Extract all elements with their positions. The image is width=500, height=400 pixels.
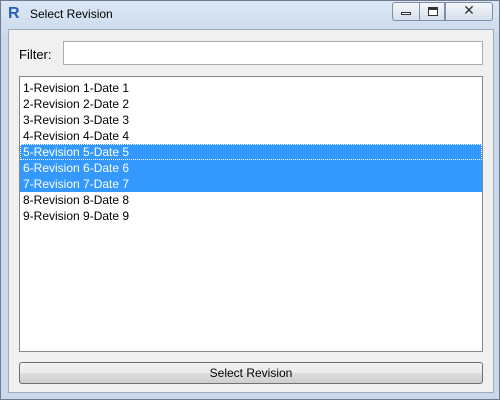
title-bar[interactable]: R Select Revision ✕: [1, 1, 499, 29]
select-revision-window: R Select Revision ✕ Filter: 1-Revision 1…: [0, 0, 500, 400]
filter-input[interactable]: [63, 41, 483, 65]
maximize-button[interactable]: [419, 2, 445, 21]
minimize-icon: [401, 12, 411, 15]
minimize-button[interactable]: [392, 2, 419, 21]
revision-list[interactable]: 1-Revision 1-Date 1 2-Revision 2-Date 2 3-…: [19, 76, 483, 352]
list-item[interactable]: 7-Revision 7-Date 7: [20, 176, 482, 192]
revit-icon: R: [8, 5, 20, 22]
maximize-icon: [428, 7, 438, 16]
select-revision-button[interactable]: Select Revision: [19, 362, 483, 384]
close-icon: ✕: [463, 3, 475, 19]
list-item[interactable]: 8-Revision 8-Date 8: [20, 192, 482, 208]
list-item[interactable]: 1-Revision 1-Date 1: [20, 80, 482, 96]
dialog-body: Filter: 1-Revision 1-Date 1 2-Revision 2-…: [8, 29, 494, 393]
window-title: Select Revision: [30, 7, 113, 21]
revision-list-items: 1-Revision 1-Date 1 2-Revision 2-Date 2 3-…: [20, 77, 482, 224]
list-item[interactable]: 5-Revision 5-Date 5: [20, 144, 482, 160]
list-item[interactable]: 6-Revision 6-Date 6: [20, 160, 482, 176]
list-item[interactable]: 3-Revision 3-Date 3: [20, 112, 482, 128]
list-item[interactable]: 4-Revision 4-Date 4: [20, 128, 482, 144]
list-item[interactable]: 2-Revision 2-Date 2: [20, 96, 482, 112]
filter-label: Filter:: [19, 47, 52, 62]
close-button[interactable]: ✕: [445, 2, 493, 21]
list-item[interactable]: 9-Revision 9-Date 9: [20, 208, 482, 224]
